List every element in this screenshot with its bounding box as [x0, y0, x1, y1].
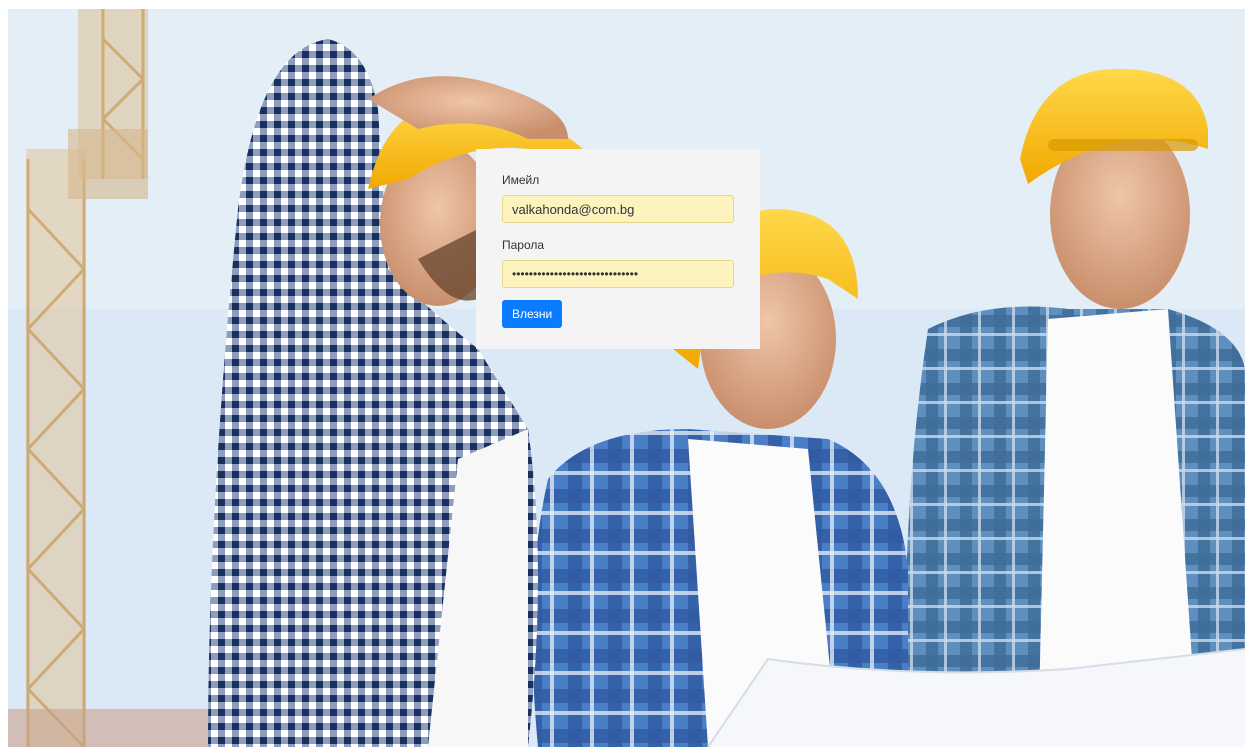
- email-label: Имейл: [502, 173, 540, 187]
- email-input[interactable]: [502, 195, 734, 223]
- password-input[interactable]: [502, 260, 734, 288]
- login-form: Имейл Парола Влезни: [476, 149, 760, 349]
- construction-workers-photo: [8, 9, 1245, 747]
- password-label: Парола: [502, 238, 545, 252]
- login-button[interactable]: Влезни: [502, 300, 563, 328]
- background-photo: Имейл Парола Влезни: [8, 9, 1245, 747]
